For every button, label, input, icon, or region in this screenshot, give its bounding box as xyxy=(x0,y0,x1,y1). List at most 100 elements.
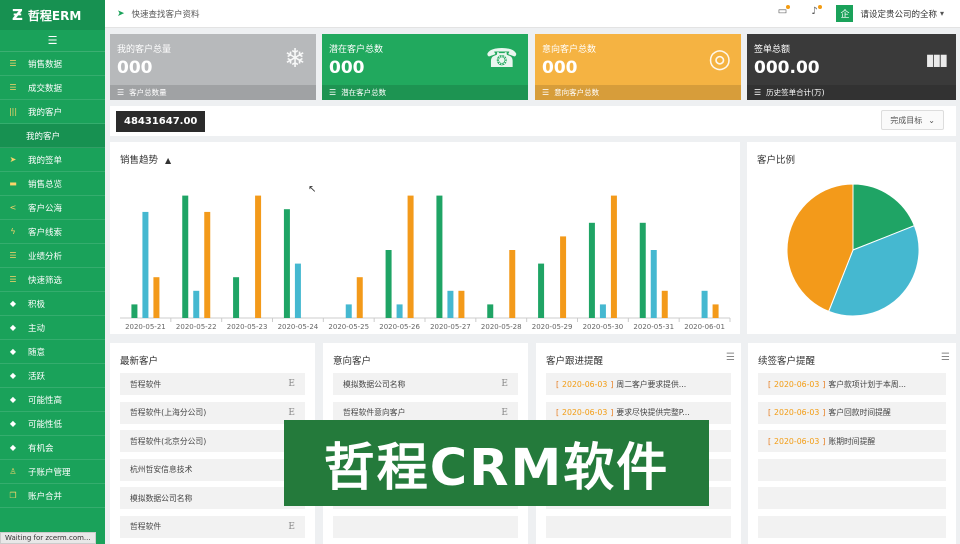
stat-card-2[interactable]: 意向客户总数 000 ◎ ☰ 意向客户总数 xyxy=(535,34,741,100)
stat-footer: ☰ 历史签单合计(万) xyxy=(747,85,956,100)
bar-1-4[interactable] xyxy=(345,304,352,318)
bar-2-0[interactable] xyxy=(153,277,160,318)
bar-2-7[interactable] xyxy=(509,250,516,318)
edit-icon[interactable]: E xyxy=(288,379,295,389)
bar-2-9[interactable] xyxy=(610,195,617,318)
bar-0-1[interactable] xyxy=(182,195,189,318)
sidebar-item-15[interactable]: ◆ 可能性低 xyxy=(0,412,105,436)
sidebar-item-8[interactable]: ☰ 业绩分析 xyxy=(0,244,105,268)
stat-footer-label: 客户总数量 xyxy=(129,88,167,97)
bar-0-6[interactable] xyxy=(436,195,443,318)
sidebar-item-9[interactable]: ☰ 快速筛选 xyxy=(0,268,105,292)
quick-search-link[interactable]: ➤ 快速查找客户资料 xyxy=(105,8,200,20)
customer-name: 哲程软件意向客户 xyxy=(343,408,406,417)
stat-label: 我的客户总量 xyxy=(117,45,172,55)
list-item[interactable]: 模拟数据公司名称E xyxy=(333,373,518,395)
sidebar-item-11[interactable]: ◆ 主动 xyxy=(0,316,105,340)
x-tick-label: 2020-05-24 xyxy=(278,323,319,331)
sidebar-item-6[interactable]: < 客户公海 xyxy=(0,196,105,220)
stat-card-0[interactable]: 我的客户总量 000 ❄ ☰ 客户总数量 xyxy=(110,34,316,100)
stat-card-3[interactable]: 签单总额 000.00 ▮▮▮ ☰ 历史签单合计(万) xyxy=(747,34,956,100)
list-item[interactable]: 杭州哲安信息技术E xyxy=(120,458,305,481)
sidebar-item-14[interactable]: ◆ 可能性高 xyxy=(0,388,105,412)
sidebar-item-icon: ☰ xyxy=(9,83,17,92)
sidebar-item-4[interactable]: ➤ 我的签单 xyxy=(0,148,105,172)
sidebar-item-13[interactable]: ◆ 活跃 xyxy=(0,364,105,388)
bar-2-6[interactable] xyxy=(458,290,465,318)
x-tick-label: 2020-05-30 xyxy=(583,323,624,331)
list-item-empty xyxy=(758,515,946,538)
x-tick-label: 2020-05-22 xyxy=(176,323,217,331)
goal-dropdown[interactable]: 完成目标 ⌄ xyxy=(881,110,944,130)
bar-2-5[interactable] xyxy=(407,195,414,318)
bar-0-5[interactable] xyxy=(385,250,392,318)
bar-0-2[interactable] xyxy=(233,277,240,318)
bar-1-3[interactable] xyxy=(294,263,301,318)
list-item[interactable]: [2020-06-03] 周二客户要求提供... xyxy=(546,373,731,395)
sidebar-item-3[interactable]: 我的客户 xyxy=(0,124,105,148)
company-name-dropdown[interactable]: 请设定贵公司的全称 xyxy=(860,8,937,20)
bar-0-0[interactable] xyxy=(131,304,138,318)
customer-name: 哲程软件(上海分公司) xyxy=(130,408,207,417)
list-item[interactable]: 哲程软件 E xyxy=(120,515,305,538)
sidebar-collapse-button[interactable]: ☰ xyxy=(0,30,105,52)
edit-icon[interactable]: E xyxy=(288,522,295,532)
chevron-down-icon[interactable]: ▾ xyxy=(940,9,944,18)
sidebar-item-12[interactable]: ◆ 随意 xyxy=(0,340,105,364)
customer-name: 模拟数据公司名称 xyxy=(130,493,193,503)
sidebar-item-17[interactable]: ♙ 子账户管理 xyxy=(0,460,105,484)
reminder-date: 2020-06-03 xyxy=(774,408,820,417)
stat-card-1[interactable]: 潜在客户总数 000 ☎ ☰ 潜在客户总数 xyxy=(322,34,528,100)
sidebar-item-2[interactable]: ||| 我的客户 xyxy=(0,100,105,124)
bar-2-4[interactable] xyxy=(356,277,363,318)
bar-1-11[interactable] xyxy=(701,290,708,318)
list-item[interactable]: 模拟数据公司名称E xyxy=(120,487,305,509)
bar-2-2[interactable] xyxy=(255,195,262,318)
edit-icon[interactable]: E xyxy=(501,379,508,389)
stat-value: 000 xyxy=(329,58,365,78)
sidebar-item-0[interactable]: ☰ 销售数据 xyxy=(0,52,105,76)
sidebar-item-7[interactable]: ϟ 客户线索 xyxy=(0,220,105,244)
bar-2-10[interactable] xyxy=(661,290,668,318)
bar-2-11[interactable] xyxy=(712,304,719,318)
bar-1-0[interactable] xyxy=(142,211,149,318)
bar-0-9[interactable] xyxy=(588,222,595,318)
bar-1-5[interactable] xyxy=(396,304,403,318)
sidebar-item-16[interactable]: ◆ 有机会 xyxy=(0,436,105,460)
list-item[interactable]: [2020-06-03] 客户款项计划于本周... xyxy=(758,373,946,395)
edit-icon[interactable]: E xyxy=(501,408,508,418)
list-item[interactable]: 哲程软件(北京分公司)E xyxy=(120,430,305,452)
bar-2-1[interactable] xyxy=(204,211,211,318)
bar-2-8[interactable] xyxy=(560,236,567,318)
bar-1-10[interactable] xyxy=(650,250,657,318)
sidebar-item-10[interactable]: ◆ 积极 xyxy=(0,292,105,316)
browser-status-bar: Waiting for zcerm.com... xyxy=(0,532,96,544)
bell-icon[interactable]: ♪ xyxy=(806,4,823,22)
bar-1-9[interactable] xyxy=(599,304,606,318)
sidebar-item-18[interactable]: ❐ 账户合并 xyxy=(0,484,105,508)
bar-0-10[interactable] xyxy=(639,222,646,318)
sidebar-item-icon: ◆ xyxy=(9,299,17,308)
customer-name: 哲程软件 xyxy=(130,522,162,531)
list-item[interactable]: 哲程软件 E xyxy=(120,373,305,395)
bar-1-1[interactable] xyxy=(193,290,200,318)
list-menu-icon[interactable]: ☰ xyxy=(941,352,950,363)
list-item[interactable]: 哲程软件(上海分公司) E xyxy=(120,401,305,424)
sidebar-item-label: 可能性低 xyxy=(28,419,63,430)
app-brand[interactable]: Ƶ 哲程ERM xyxy=(0,0,105,30)
company-avatar[interactable]: 企 xyxy=(836,5,854,22)
sidebar-item-1[interactable]: ☰ 成交数据 xyxy=(0,76,105,100)
bar-1-6[interactable] xyxy=(447,290,454,318)
list-item[interactable]: [2020-06-03] 客户回款时间提醒 xyxy=(758,401,946,424)
message-icon[interactable]: ▭ xyxy=(774,4,791,22)
sidebar-item-label: 客户公海 xyxy=(28,203,63,214)
list-menu-icon[interactable]: ☰ xyxy=(726,352,735,363)
bar-0-3[interactable] xyxy=(283,209,290,318)
x-tick-label: 2020-05-25 xyxy=(328,323,369,331)
list-item[interactable]: [2020-06-03] 账期时间提醒 xyxy=(758,430,946,452)
bar-0-7[interactable] xyxy=(487,304,494,318)
stat-footer: ☰ 客户总数量 xyxy=(110,85,316,100)
sidebar-item-5[interactable]: ▬ 销售总览 xyxy=(0,172,105,196)
edit-icon[interactable]: E xyxy=(288,408,295,418)
bar-0-8[interactable] xyxy=(538,263,545,318)
